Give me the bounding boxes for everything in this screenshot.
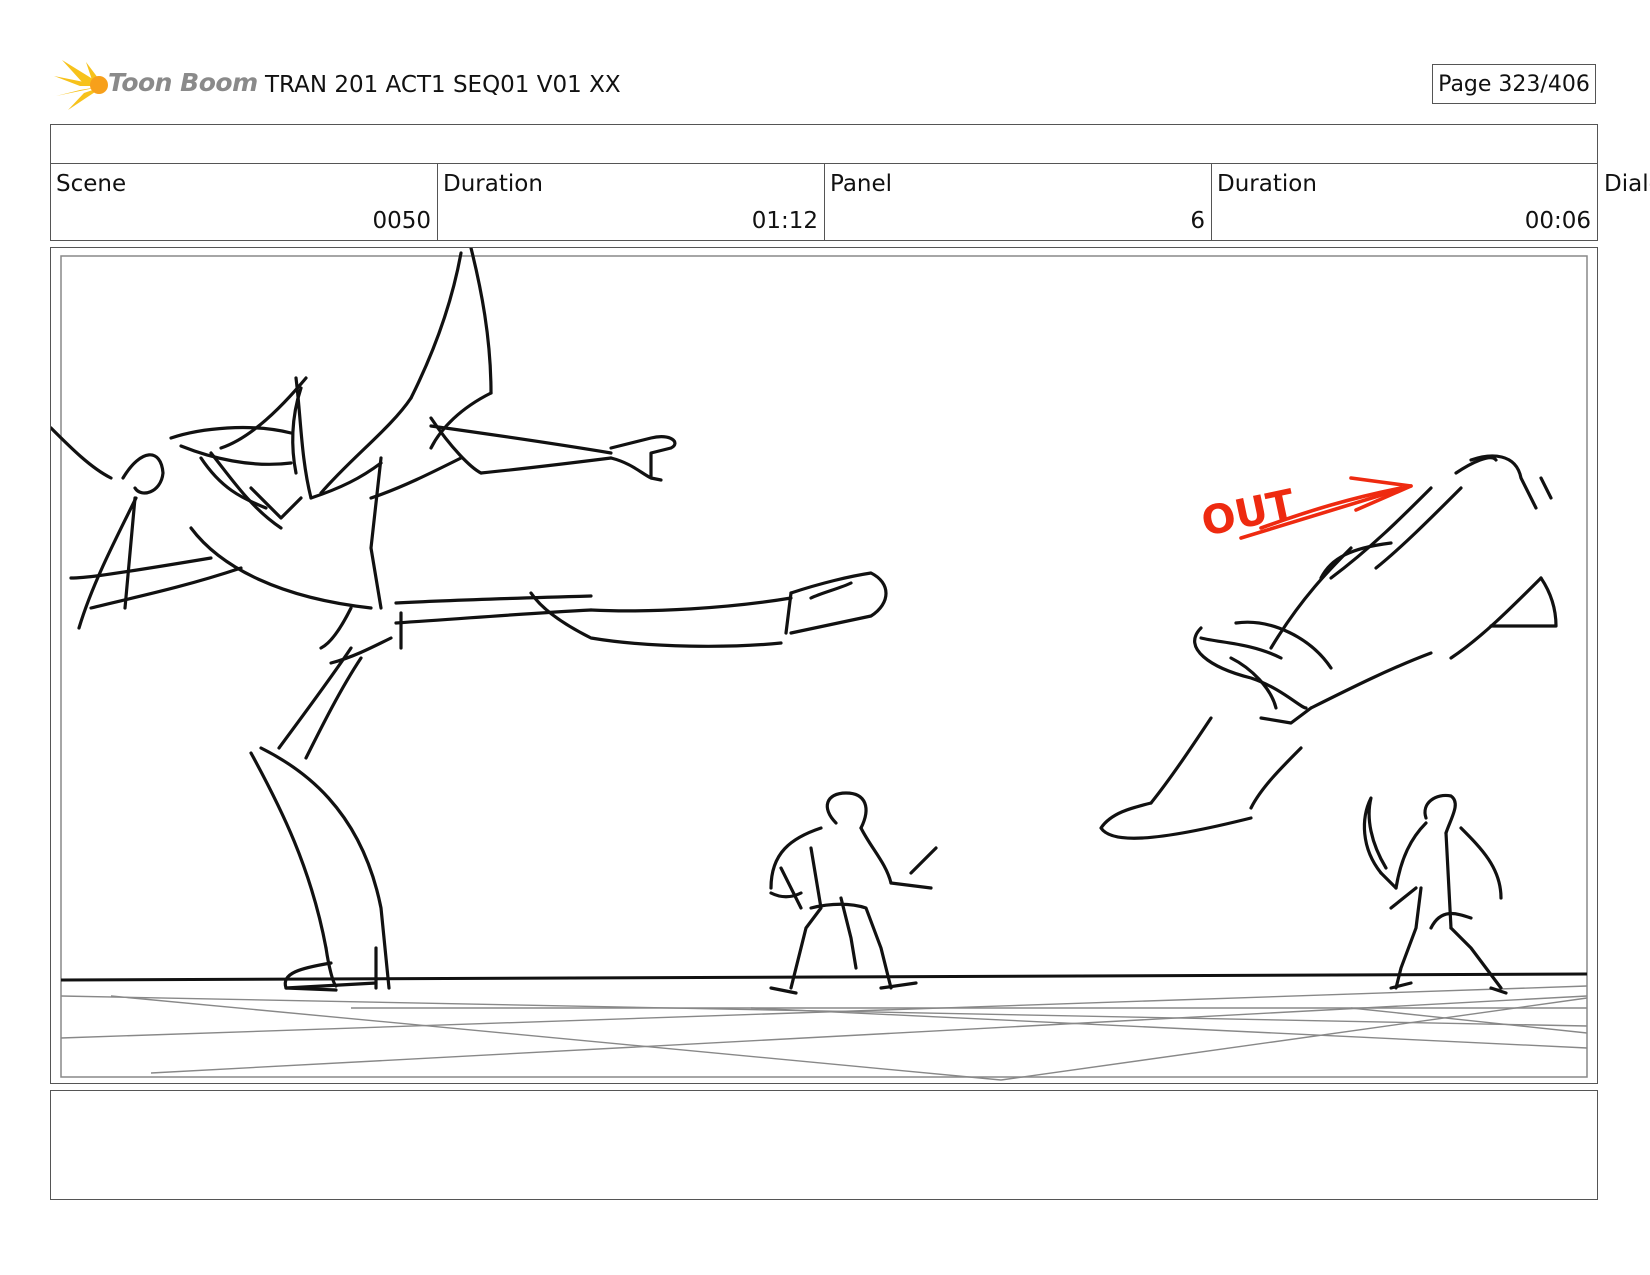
flying-robot-sketch [1099,454,1558,840]
panel-duration-value: 00:06 [1524,208,1591,234]
panel-sketch: OUT [51,248,1588,1081]
scene-duration-label: Duration [443,171,543,197]
scene-label: Scene [56,171,127,197]
left-pilot-sketch [769,791,938,995]
logo-text: Toon Boom [108,68,258,97]
floor-grid [60,985,1588,1081]
panel-value: 6 [1190,208,1205,234]
scene-info-row: Scene 0050 Duration 01:12 Panel 6 Durati… [50,163,1598,241]
panel-duration-label: Duration [1217,171,1317,197]
out-annotation-text: OUT [1198,481,1300,546]
scene-cell: Scene 0050 [51,163,438,240]
right-pilot-sketch [1362,793,1508,995]
page-indicator: Page 323/406 [1432,64,1596,104]
panel-duration-cell: Duration 00:06 [1212,163,1597,240]
scene-value: 0050 [372,208,431,234]
document-title: TRAN 201 ACT1 SEQ01 V01 XX [265,72,621,98]
safe-area-frame [60,255,1588,1078]
toon-boom-logo: Toon Boom [52,56,258,112]
dialog-label: Dialog [1604,171,1650,197]
panel-cell: Panel 6 [825,163,1212,240]
logo-star-icon [54,60,108,110]
scene-duration-cell: Duration 01:12 [438,163,825,240]
panel-label: Panel [830,171,893,197]
storyboard-panel: OUT [50,247,1598,1084]
giant-robot-sketch [51,248,888,992]
scene-duration-value: 01:12 [751,208,818,234]
panel-notes-box [50,1090,1598,1200]
header-band [50,124,1598,164]
